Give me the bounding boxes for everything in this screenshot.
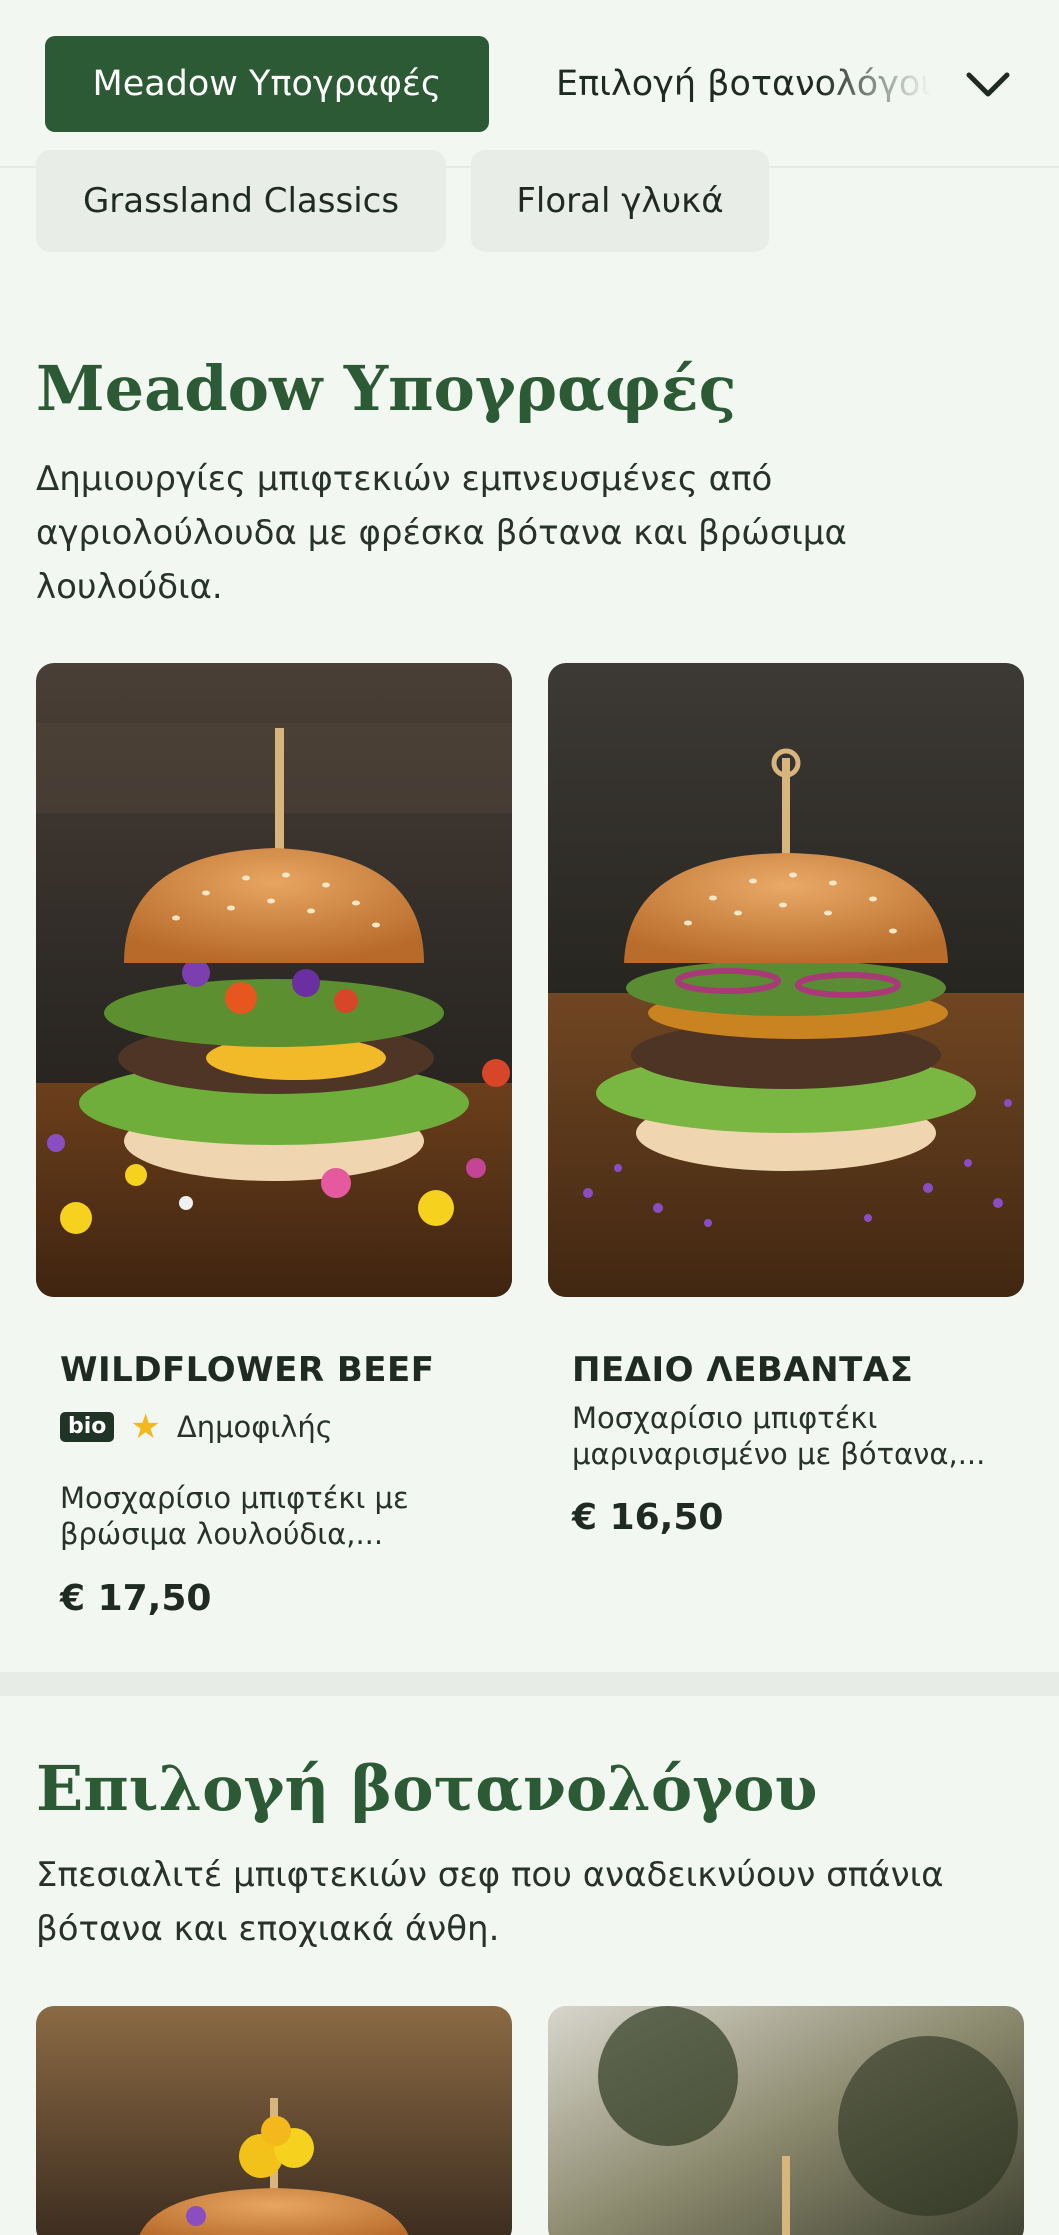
burger-image[interactable] (548, 2006, 1024, 2235)
burger-image[interactable] (548, 663, 1024, 1297)
chevron-down-icon[interactable] (962, 58, 1014, 110)
item-price: € 17,50 (60, 1578, 212, 1619)
tab-fade-overlay (820, 40, 950, 130)
section-description: Δημιουργίες μπιφτεκιών εμπνευσμένες από … (36, 459, 847, 607)
section-divider (0, 1672, 1059, 1696)
chip-floral-sweets[interactable]: Floral γλυκά (471, 150, 769, 252)
item-description: Μοσχαρίσιο μπιφτέκι με βρώσιμα λουλούδια… (60, 1481, 409, 1551)
burger-image[interactable] (36, 2006, 512, 2235)
tab-meadow-signatures[interactable]: Meadow Υπογραφές (45, 36, 489, 132)
item-name[interactable]: WILDFLOWER BEEF (60, 1350, 434, 1390)
chip-grassland-classics[interactable]: Grassland Classics (36, 150, 446, 252)
category-nav: Meadow Υπογραφές Επιλογή βοτανολόγου (0, 0, 1059, 168)
item-badges: bio ★ Δημοφιλής (60, 1410, 333, 1444)
bio-badge: bio (60, 1412, 115, 1442)
burger-image[interactable] (36, 663, 512, 1297)
item-name[interactable]: ΠΕΔΙΟ ΛΕΒΑΝΤΑΣ (572, 1350, 913, 1390)
star-icon: ★ (130, 1407, 161, 1447)
item-price: € 16,50 (572, 1497, 724, 1538)
popular-label: Δημοφιλής (176, 1410, 333, 1444)
section-title: Επιλογή βοτανολόγου (36, 1752, 818, 1825)
section-title: Meadow Υπογραφές (36, 352, 737, 425)
item-description: Μοσχαρίσιο μπιφτέκι μαριναρισμένο με βότ… (572, 1401, 986, 1471)
section-description: Σπεσιαλιτέ μπιφτεκιών σεφ που αναδεικνύο… (36, 1855, 944, 1949)
